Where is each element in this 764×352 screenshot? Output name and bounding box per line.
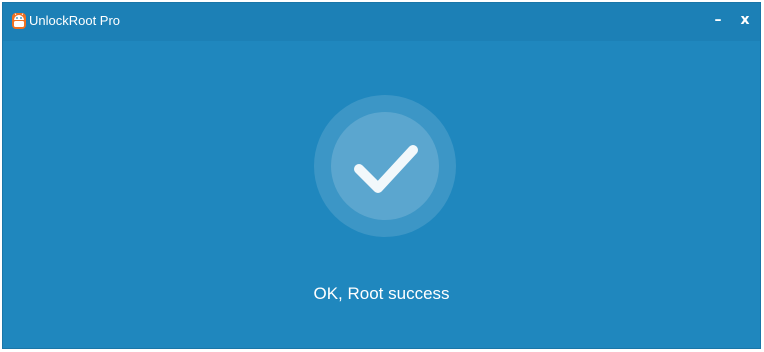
app-window: UnlockRoot Pro – x OK, Root success (2, 2, 761, 349)
android-robot-icon (12, 13, 26, 29)
status-message: OK, Root success (313, 284, 450, 303)
window-title: UnlockRoot Pro (29, 13, 121, 28)
title-bar[interactable]: UnlockRoot Pro – x (3, 3, 760, 41)
minimize-button[interactable]: – (707, 9, 729, 31)
checkmark-icon (314, 95, 456, 237)
close-button[interactable]: x (734, 9, 756, 31)
